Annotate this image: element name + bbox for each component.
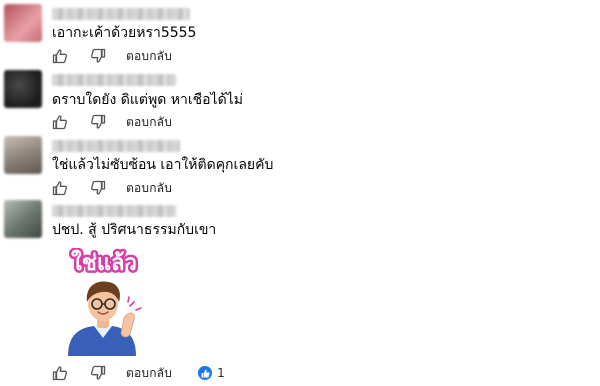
comment-actions: ตอบกลับ xyxy=(52,179,172,197)
thumbs-down-icon[interactable] xyxy=(90,180,106,196)
reaction-count: 1 xyxy=(217,366,225,380)
sticker-image[interactable]: ใช่แล้ว xyxy=(54,248,154,356)
avatar[interactable] xyxy=(4,4,42,42)
comment-actions: ตอบกลับ xyxy=(52,47,172,65)
reply-button[interactable]: ตอบกลับ xyxy=(126,179,172,198)
comment-text: ใช่แล้วไม่ซับซ้อน เอาให้ติดคุกเลยคับ xyxy=(52,157,274,173)
comment-text: ปชป. สู้ ปริศนาธรรมกับเขา xyxy=(52,222,217,238)
comment-actions: ตอบกลับ 1 xyxy=(52,364,225,382)
comment-text: ดราบใดยัง ดิแต่พูด หาเชือได้ไม่ xyxy=(52,92,243,108)
avatar[interactable] xyxy=(4,200,42,238)
reply-button[interactable]: ตอบกลับ xyxy=(126,47,172,66)
commenter-name-blurred[interactable] xyxy=(52,140,180,152)
thumbs-up-icon[interactable] xyxy=(52,114,68,130)
reply-button[interactable]: ตอบกลับ xyxy=(126,113,172,132)
like-reaction-icon xyxy=(198,366,213,380)
thumbs-down-icon[interactable] xyxy=(90,365,106,381)
svg-text:ใช่แล้ว: ใช่แล้ว xyxy=(71,249,137,276)
avatar[interactable] xyxy=(4,136,42,174)
commenter-name-blurred[interactable] xyxy=(52,205,176,217)
thumbs-down-icon[interactable] xyxy=(90,114,106,130)
thumbs-down-icon[interactable] xyxy=(90,48,106,64)
reply-button[interactable]: ตอบกลับ xyxy=(126,364,172,383)
comment-text: เอากะเค้าด้วยหรา5555 xyxy=(52,25,197,41)
commenter-name-blurred[interactable] xyxy=(52,74,176,86)
commenter-name-blurred[interactable] xyxy=(52,8,190,20)
thumbs-up-icon[interactable] xyxy=(52,365,68,381)
reaction-summary[interactable]: 1 xyxy=(198,366,225,380)
thumbs-up-icon[interactable] xyxy=(52,180,68,196)
avatar[interactable] xyxy=(4,70,42,108)
comment-actions: ตอบกลับ xyxy=(52,113,172,131)
thumbs-up-icon[interactable] xyxy=(52,48,68,64)
